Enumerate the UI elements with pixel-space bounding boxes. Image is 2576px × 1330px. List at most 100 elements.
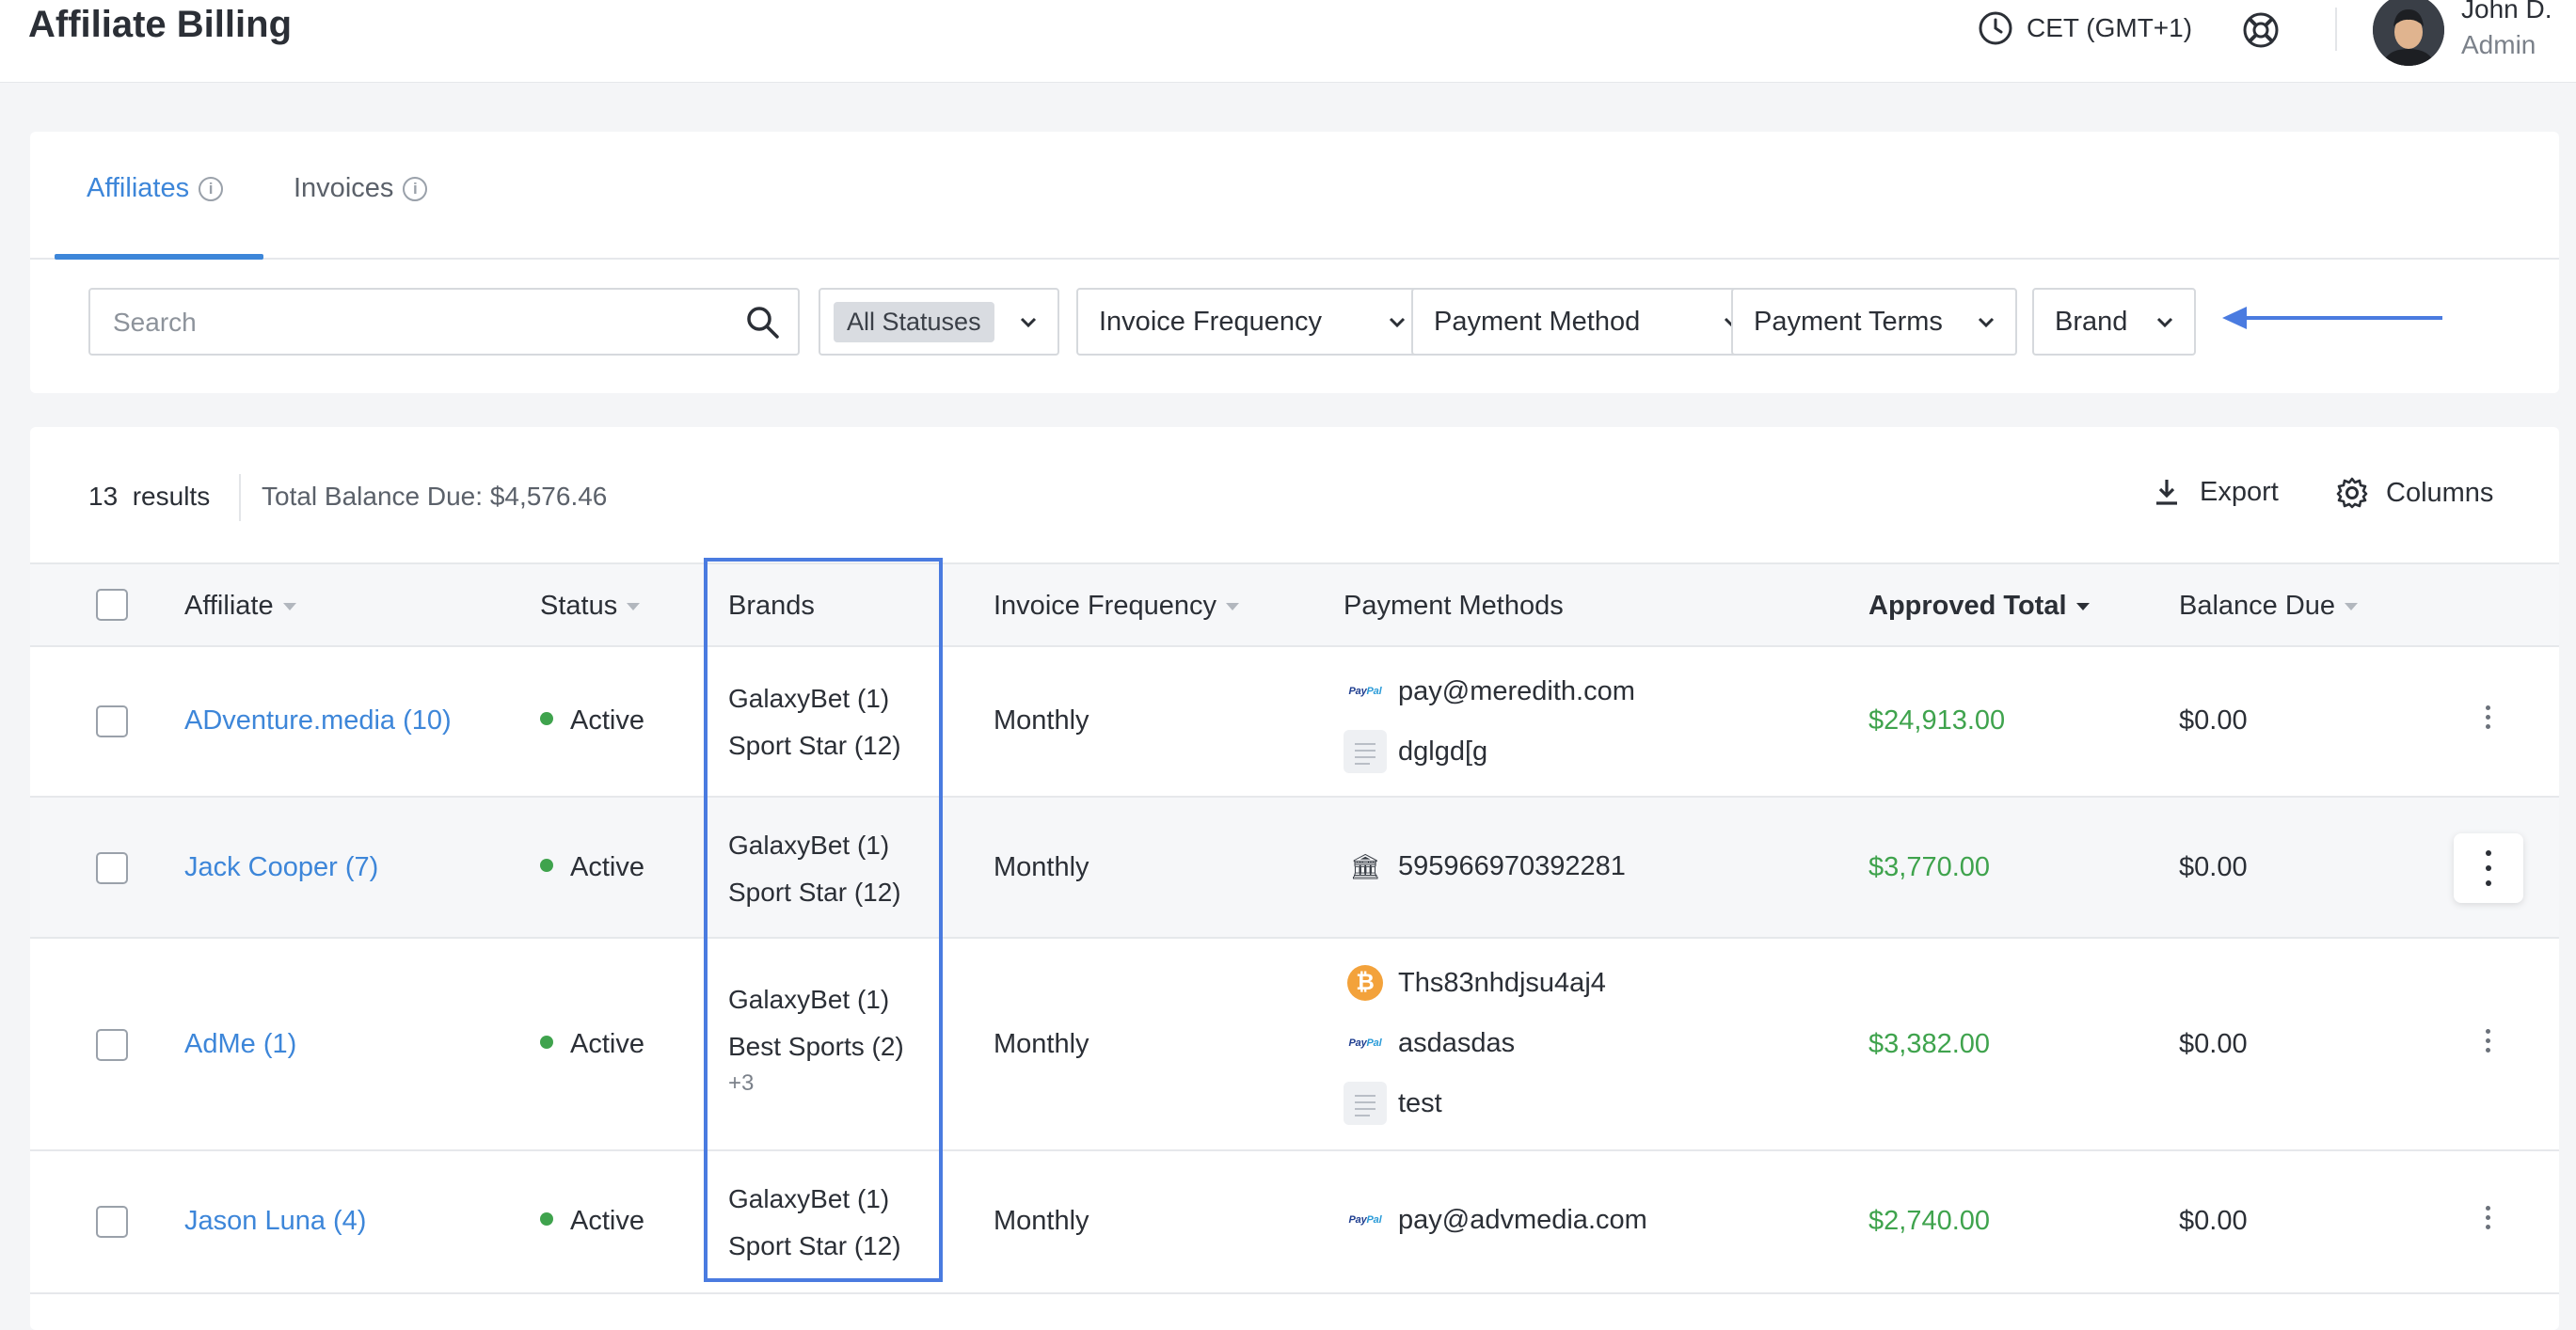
status-cell: Active [540, 1029, 644, 1060]
chevron-down-icon [1978, 317, 1995, 328]
invoice-frequency-cell: Monthly [994, 705, 1089, 736]
column-header-approved-total[interactable]: Approved Total [1868, 591, 2090, 622]
chevron-down-icon [1389, 317, 1406, 328]
brand-item: Sport Star (12) [728, 1231, 901, 1260]
status-text: Active [570, 705, 644, 736]
payment-method-item: Pay Pal pay@advmedia.com [1344, 1198, 1647, 1242]
sort-icon [1225, 602, 1239, 610]
status-dot [540, 1212, 553, 1227]
row-checkbox[interactable] [96, 1029, 128, 1061]
invoice-frequency-dropdown[interactable]: Invoice Frequency [1076, 288, 1428, 356]
invoice-frequency-label: Invoice Frequency [1099, 306, 1322, 337]
tab-invoices[interactable]: Invoices i [294, 173, 428, 204]
column-header-label: Affiliate [184, 591, 274, 621]
export-label: Export [2200, 476, 2279, 507]
payment-method-item: Pay Pal pay@meredith.com [1344, 670, 1635, 713]
brands-cell: GalaxyBet (1) Sport Star (12) [728, 675, 901, 769]
tabs-divider [30, 258, 2559, 260]
affiliate-link[interactable]: Jack Cooper (7) [184, 852, 378, 883]
brand-label: Brand [2055, 306, 2128, 337]
info-icon[interactable]: i [403, 176, 428, 201]
tab-affiliates[interactable]: Affiliates i [87, 173, 224, 204]
payment-method-item: 🏛 595966970392281 [1344, 845, 1625, 888]
row-menu-button[interactable] [2454, 833, 2523, 903]
payment-method-value: pay@meredith.com [1398, 675, 1635, 706]
header-divider [2335, 8, 2337, 51]
affiliate-link[interactable]: Jason Luna (4) [184, 1206, 366, 1237]
row-menu-icon[interactable] [2486, 705, 2491, 734]
payment-terms-label: Payment Terms [1754, 306, 1943, 337]
row-menu-icon[interactable] [2486, 1206, 2491, 1234]
payment-method-dropdown[interactable]: Payment Method [1411, 288, 1763, 356]
status-dot [540, 859, 553, 873]
chevron-down-icon [1020, 317, 1037, 328]
brand-item: Sport Star (12) [728, 731, 901, 760]
column-header-affiliate[interactable]: Affiliate [184, 591, 296, 622]
table-row[interactable]: Jack Cooper (7) Active GalaxyBet (1) Spo… [30, 798, 2559, 939]
info-icon[interactable]: i [199, 176, 224, 201]
column-header-brands: Brands [728, 591, 815, 622]
brand-item: Sport Star (12) [728, 878, 901, 907]
columns-label: Columns [2386, 477, 2494, 508]
brand-item: GalaxyBet (1) [728, 985, 890, 1014]
column-header-label: Balance Due [2179, 591, 2336, 621]
balance-due-cell: $0.00 [2179, 1029, 2248, 1059]
timezone-label: CET (GMT+1) [2027, 13, 2193, 42]
row-checkbox[interactable] [96, 705, 128, 737]
brand-item: GalaxyBet (1) [728, 831, 890, 860]
table-row[interactable]: AdMe (1) Active GalaxyBet (1) Best Sport… [30, 939, 2559, 1151]
avatar[interactable] [2373, 0, 2444, 66]
row-checkbox[interactable] [96, 852, 128, 884]
annotation-arrow-icon [2222, 307, 2442, 329]
column-header-invoice-frequency[interactable]: Invoice Frequency [994, 591, 1239, 622]
search-icon[interactable] [745, 305, 781, 340]
payment-method-value: pay@advmedia.com [1398, 1204, 1647, 1235]
status-text: Active [570, 1206, 644, 1236]
status-dot [540, 712, 553, 726]
brands-cell: GalaxyBet (1) Sport Star (12) [728, 822, 901, 916]
column-header-balance-due[interactable]: Balance Due [2179, 591, 2359, 622]
row-menu-icon[interactable] [2486, 1029, 2491, 1057]
user-name: John D. [2461, 0, 2552, 24]
user-role: Admin [2461, 30, 2536, 59]
brand-dropdown[interactable]: Brand [2032, 288, 2196, 356]
export-button[interactable]: Export [2151, 476, 2279, 508]
select-all-checkbox[interactable] [96, 589, 128, 621]
affiliate-link[interactable]: ADventure.media (10) [184, 705, 452, 736]
brands-cell: GalaxyBet (1) Sport Star (12) [728, 1176, 901, 1270]
help-lifebuoy-icon[interactable] [2242, 11, 2280, 49]
payment-method-value: dglgd[g [1398, 736, 1488, 767]
status-filter-dropdown[interactable]: All Statuses [819, 288, 1059, 356]
invoice-frequency-cell: Monthly [994, 1029, 1089, 1059]
payment-method-item: Pay Pal asdasdas [1344, 1021, 1516, 1065]
status-chip: All Statuses [834, 301, 994, 342]
column-header-label: Approved Total [1868, 591, 2067, 621]
affiliate-link[interactable]: AdMe (1) [184, 1029, 296, 1060]
table-row[interactable]: ADventure.media (10) Active GalaxyBet (1… [30, 647, 2559, 798]
payment-method-item: test [1344, 1082, 1442, 1125]
column-header-status[interactable]: Status [540, 591, 641, 622]
balance-due-cell: $0.00 [2179, 705, 2248, 736]
brands-more-link[interactable]: +3 [728, 1070, 904, 1097]
bitcoin-icon: ₿ [1344, 961, 1387, 1005]
payment-method-value: test [1398, 1087, 1442, 1118]
affiliates-table-card: 13 results Total Balance Due: $4,576.46 … [30, 427, 2559, 1330]
status-cell: Active [540, 705, 644, 736]
paypal-icon: Pay Pal [1348, 1037, 1382, 1049]
gear-icon [2336, 477, 2368, 509]
status-text: Active [570, 1029, 644, 1059]
document-icon [1344, 730, 1387, 773]
search-field[interactable] [88, 288, 800, 356]
search-input[interactable] [111, 303, 717, 342]
approved-total-cell: $3,382.00 [1868, 1029, 1991, 1059]
table-row[interactable]: Jason Luna (4) Active GalaxyBet (1) Spor… [30, 1151, 2559, 1294]
columns-button[interactable]: Columns [2335, 476, 2493, 510]
status-cell: Active [540, 852, 644, 883]
row-checkbox[interactable] [96, 1206, 128, 1238]
balance-due-cell: $0.00 [2179, 852, 2248, 882]
payment-terms-dropdown[interactable]: Payment Terms [1731, 288, 2017, 356]
approved-total-cell: $3,770.00 [1868, 852, 1991, 882]
user-avatar-icon [2373, 0, 2444, 66]
timezone-selector[interactable]: CET (GMT+1) [1978, 11, 2192, 45]
chevron-down-icon [2156, 317, 2173, 328]
